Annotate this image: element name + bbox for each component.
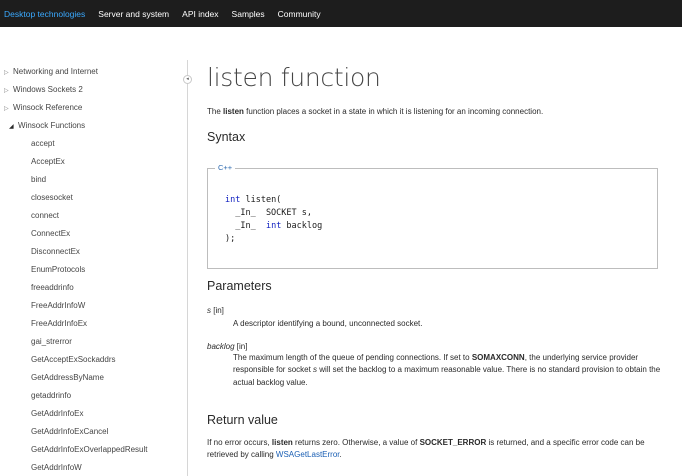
sidebar-item-networking[interactable]: ▷ Networking and Internet <box>4 67 98 76</box>
nav-server-and-system[interactable]: Server and system <box>98 9 169 19</box>
sidebar-item-getaddrinfoexoverlappedresult[interactable]: GetAddrInfoExOverlappedResult <box>31 445 148 454</box>
sidebar-toc: ▷ Networking and Internet ▷ Windows Socket… <box>0 60 187 476</box>
sidebar-item-disconnectex[interactable]: DisconnectEx <box>31 247 80 256</box>
collapse-sidebar-button[interactable]: ◂ <box>183 75 192 84</box>
code-token: _In_ SOCKET s, <box>225 208 312 218</box>
intro-paragraph: The listen function places a socket in a… <box>207 107 543 116</box>
code-line: _In_ int backlog <box>225 220 322 233</box>
sidebar-item-windows-sockets[interactable]: ▷ Windows Sockets 2 <box>4 85 83 94</box>
param-direction: [in] <box>211 306 224 315</box>
sidebar-item-connectex[interactable]: ConnectEx <box>31 229 70 238</box>
expand-arrow-icon: ▷ <box>4 106 9 112</box>
code-line: ); <box>225 233 322 246</box>
sidebar-item-getaddressbyname[interactable]: GetAddressByName <box>31 373 104 382</box>
code-line: int listen( <box>225 194 322 207</box>
sidebar-item-label: Winsock Reference <box>13 103 83 112</box>
sidebar-item-winsock-functions[interactable]: ◢ Winsock Functions <box>9 121 85 130</box>
nav-desktop-technologies[interactable]: Desktop technologies <box>4 9 85 19</box>
intro-function-name: listen <box>223 107 244 116</box>
nav-api-index[interactable]: API index <box>182 9 218 19</box>
sidebar-item-acceptex[interactable]: AcceptEx <box>31 157 65 166</box>
code-keyword: int <box>265 221 282 231</box>
return-value-paragraph: If no error occurs, listen returns zero.… <box>207 437 663 462</box>
sidebar-item-gai-strerror[interactable]: gai_strerror <box>31 337 72 346</box>
sidebar-item-getaddrinfo[interactable]: getaddrinfo <box>31 391 71 400</box>
chevron-left-icon: ◂ <box>186 76 189 82</box>
code-keyword: int <box>225 195 241 205</box>
return-value-heading: Return value <box>207 413 278 427</box>
return-text: If no error occurs, <box>207 438 272 447</box>
intro-text: The <box>207 107 224 116</box>
code-text[interactable]: int listen( _In_ SOCKET s, _In_ int back… <box>225 194 322 246</box>
return-text: SOCKET_ERROR <box>419 438 487 447</box>
nav-samples[interactable]: Samples <box>232 9 265 19</box>
sidebar-item-bind[interactable]: bind <box>31 175 46 184</box>
description-text: SOMAXCONN <box>471 353 525 362</box>
syntax-heading: Syntax <box>207 130 246 144</box>
sidebar-item-getacceptexsockaddrs[interactable]: GetAcceptExSockaddrs <box>31 355 115 364</box>
description-text: A descriptor identifying a bound, unconn… <box>233 319 423 328</box>
top-navigation-bar: Desktop technologies Server and system A… <box>0 0 682 27</box>
sidebar-item-label: Networking and Internet <box>13 67 98 76</box>
sidebar-item-freeaddrinfow[interactable]: FreeAddrInfoW <box>31 301 85 310</box>
return-text: returns zero. Otherwise, a value of <box>292 438 420 447</box>
sidebar-item-freeaddrinfo[interactable]: freeaddrinfo <box>31 283 74 292</box>
code-token: backlog <box>281 221 323 231</box>
param-name-italic: backlog <box>207 342 235 351</box>
param-description-backlog: The maximum length of the queue of pendi… <box>233 352 663 389</box>
return-text: listen <box>271 438 293 447</box>
sidebar-item-freeaddrinfoex[interactable]: FreeAddrInfoEx <box>31 319 87 328</box>
param-name-s: s [in] <box>207 306 224 315</box>
code-line: _In_ SOCKET s, <box>225 207 322 220</box>
code-token: _In_ <box>225 221 266 231</box>
expand-arrow-icon: ▷ <box>4 88 9 94</box>
expand-arrow-icon: ▷ <box>4 70 9 76</box>
sidebar-item-winsock-reference[interactable]: ▷ Winsock Reference <box>4 103 82 112</box>
intro-text: function places a socket in a state in w… <box>243 107 544 116</box>
page-title: listen function <box>207 63 381 92</box>
sidebar-item-connect[interactable]: connect <box>31 211 59 220</box>
code-block: C++ int listen( _In_ SOCKET s, _In_ int … <box>207 163 658 269</box>
sidebar-item-getaddrinfoex[interactable]: GetAddrInfoEx <box>31 409 83 418</box>
param-description-s: A descriptor identifying a bound, unconn… <box>233 318 663 330</box>
code-token: ); <box>225 234 236 244</box>
return-text: . <box>339 450 342 460</box>
sidebar-item-label: Windows Sockets 2 <box>13 85 83 94</box>
sidebar-item-enumprotocols[interactable]: EnumProtocols <box>31 265 85 274</box>
param-direction: [in] <box>234 342 248 351</box>
parameters-heading: Parameters <box>207 279 272 293</box>
nav-community[interactable]: Community <box>278 9 321 19</box>
sidebar-item-label: Winsock Functions <box>18 121 86 130</box>
collapse-arrow-icon: ◢ <box>9 124 14 130</box>
main-content: listen function The listen function plac… <box>207 60 677 476</box>
sidebar-item-getaddrinfoexcancel[interactable]: GetAddrInfoExCancel <box>31 427 108 436</box>
code-language-tab[interactable]: C++ <box>215 163 236 172</box>
sidebar-item-accept[interactable]: accept <box>31 139 55 148</box>
code-token: listen( <box>240 195 282 205</box>
sidebar-item-getaddrinfow[interactable]: GetAddrInfoW <box>31 463 82 472</box>
param-name-backlog: backlog [in] <box>207 342 247 351</box>
sidebar-divider[interactable] <box>187 60 188 476</box>
description-text: The maximum length of the queue of pendi… <box>233 353 472 362</box>
wsagetlasterror-link[interactable]: WSAGetLastError <box>276 450 340 459</box>
sidebar-item-closesocket[interactable]: closesocket <box>31 193 73 202</box>
